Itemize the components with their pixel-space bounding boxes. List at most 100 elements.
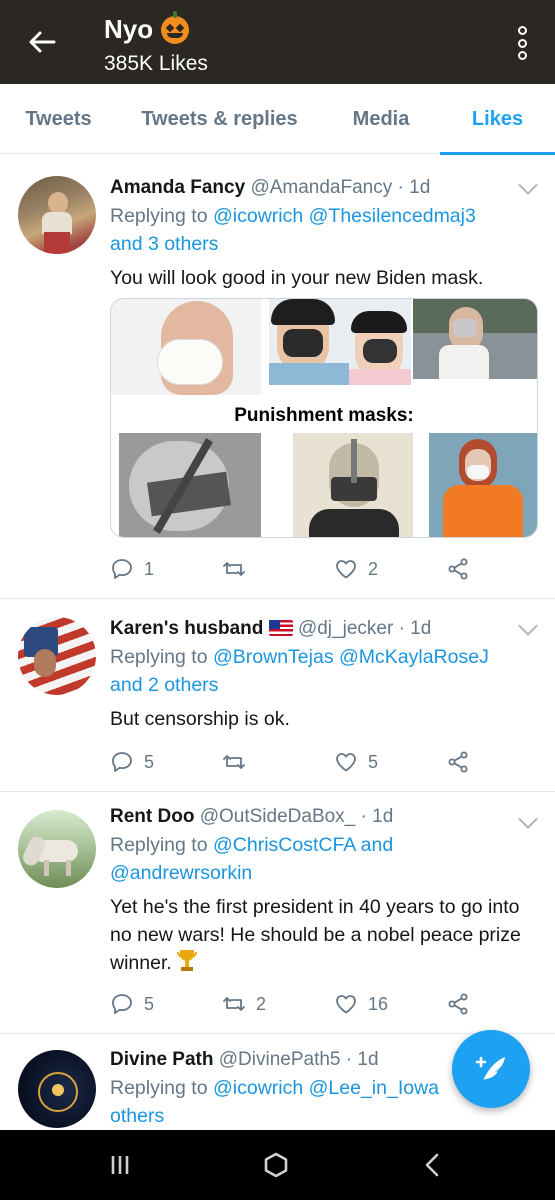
- reply-prefix: Replying to: [110, 834, 208, 856]
- tweet-media-image[interactable]: Punishment masks:: [110, 298, 538, 538]
- share-button[interactable]: [446, 554, 470, 584]
- share-button[interactable]: [446, 747, 470, 777]
- author-name[interactable]: Amanda Fancy: [110, 177, 245, 198]
- nav-back-icon[interactable]: [418, 1152, 446, 1178]
- retweet-button[interactable]: 2: [222, 989, 266, 1019]
- tweet-text: But censorship is ok.: [110, 708, 290, 730]
- compose-tweet-icon: [475, 1056, 505, 1081]
- tweet-card[interactable]: Rent Doo @OutSideDaBox_ · 1d Replying to…: [0, 792, 555, 1034]
- tweet-meta: Karen's husband @dj_jecker · 1d: [110, 615, 539, 643]
- avatar[interactable]: [18, 810, 96, 888]
- tweet-meta: Amanda Fancy @AmandaFancy · 1d: [110, 174, 539, 202]
- author-handle[interactable]: @AmandaFancy: [250, 177, 392, 198]
- retweet-count: 2: [256, 993, 267, 1014]
- home-icon[interactable]: [260, 1152, 292, 1178]
- reply-mentions[interactable]: @BrownTejas @McKaylaRoseJ: [213, 646, 489, 668]
- compose-tweet-button[interactable]: [452, 1030, 530, 1108]
- retweet-icon: [223, 755, 245, 769]
- retweet-icon: [223, 562, 245, 576]
- punishment-photo-2: [293, 433, 413, 537]
- reply-others-link[interactable]: others: [110, 1105, 164, 1127]
- tab-likes[interactable]: Likes: [440, 84, 555, 155]
- punishment-photo-1: [119, 433, 261, 537]
- retweet-button[interactable]: [222, 554, 256, 584]
- avatar[interactable]: [18, 1050, 96, 1128]
- recents-icon[interactable]: [106, 1152, 134, 1178]
- author-name[interactable]: Divine Path: [110, 1049, 213, 1070]
- more-vertical-icon[interactable]: [515, 26, 529, 60]
- like-count: 5: [368, 751, 379, 772]
- profile-name: Nyo: [104, 14, 154, 44]
- reply-context: Replying to @BrownTejas @McKaylaRoseJ an…: [110, 643, 539, 699]
- tweet-time: · 1d: [398, 618, 432, 639]
- reply-button[interactable]: 5: [110, 989, 154, 1019]
- reply-context: Replying to @ChrisCostCFA and @andrewrso…: [110, 831, 539, 887]
- author-handle[interactable]: @dj_jecker: [298, 618, 393, 639]
- reply-prefix: Replying to: [110, 1077, 208, 1099]
- profile-tabs: Tweets Tweets & replies Media Likes: [0, 84, 555, 155]
- share-button[interactable]: [446, 989, 470, 1019]
- reply-mentions[interactable]: @icowrich @Thesilencedmaj3: [213, 205, 476, 227]
- mask-photo-1: [111, 299, 261, 395]
- heart-icon: [336, 995, 356, 1014]
- share-icon: [448, 751, 468, 773]
- like-button[interactable]: 16: [334, 989, 388, 1019]
- tab-tweets-replies[interactable]: Tweets & replies: [117, 84, 322, 154]
- reply-button[interactable]: 5: [110, 747, 154, 777]
- tweet-card[interactable]: Karen's husband @dj_jecker · 1d Replying…: [0, 599, 555, 792]
- trophy-icon: [177, 950, 198, 972]
- author-handle[interactable]: @DivinePath5: [219, 1049, 341, 1070]
- reply-icon: [112, 559, 132, 579]
- mask-photo-3: [413, 299, 537, 379]
- author-handle[interactable]: @OutSideDaBox_: [200, 806, 356, 827]
- reply-others-link[interactable]: and 2 others: [110, 674, 218, 696]
- likes-count: 385K Likes: [104, 52, 208, 75]
- us-flag-icon: [268, 620, 293, 636]
- retweet-button[interactable]: [222, 747, 256, 777]
- profile-header: Nyo 385K Likes: [0, 0, 555, 84]
- tweet-actions: 5 2 16: [110, 989, 555, 1019]
- reply-count: 5: [144, 993, 155, 1014]
- reply-mention-2[interactable]: @andrewrsorkin: [110, 862, 252, 884]
- tweet-actions: 1 2: [110, 554, 555, 584]
- like-button[interactable]: 2: [334, 554, 378, 584]
- reply-prefix: Replying to: [110, 646, 208, 668]
- back-button[interactable]: [24, 24, 60, 60]
- author-name[interactable]: Rent Doo: [110, 806, 194, 827]
- avatar[interactable]: [18, 617, 96, 695]
- system-navigation-bar: [0, 1130, 555, 1200]
- share-icon: [448, 558, 468, 580]
- jack-o-lantern-icon: [161, 10, 190, 44]
- reply-icon: [112, 994, 132, 1014]
- retweet-icon: [223, 997, 245, 1011]
- like-button[interactable]: 5: [334, 747, 378, 777]
- tweet-meta: Rent Doo @OutSideDaBox_ · 1d: [110, 803, 539, 831]
- tab-media[interactable]: Media: [322, 84, 440, 154]
- reply-mentions[interactable]: @icowrich @Lee_in_Iowa: [213, 1077, 439, 1099]
- reply-count: 5: [144, 751, 155, 772]
- tweet-content: Rent Doo @OutSideDaBox_ · 1d Replying to…: [110, 803, 539, 977]
- arrow-left-icon: [29, 31, 56, 53]
- reply-button[interactable]: 1: [110, 554, 154, 584]
- tweet-actions: 5 5: [110, 747, 555, 777]
- tweet-text-body: Yet he's the first president in 40 years…: [110, 896, 521, 974]
- tweet-time: · 1d: [360, 806, 394, 827]
- tweet-text: You will look good in your new Biden mas…: [110, 267, 484, 289]
- punishment-photo-3: [429, 433, 537, 537]
- mask-photo-2: [269, 299, 411, 385]
- like-count: 2: [368, 558, 379, 579]
- reply-others-link[interactable]: and 3 others: [110, 233, 218, 255]
- avatar[interactable]: [18, 176, 96, 254]
- author-name[interactable]: Karen's husband: [110, 618, 263, 639]
- tweet-time: · 1d: [345, 1049, 379, 1070]
- tab-tweets[interactable]: Tweets: [0, 84, 117, 154]
- tweet-text: Yet he's the first president in 40 years…: [110, 893, 539, 977]
- heart-icon: [336, 753, 356, 772]
- reply-count: 1: [144, 558, 155, 579]
- reply-mentions[interactable]: @ChrisCostCFA and: [213, 834, 393, 856]
- reply-context: Replying to @icowrich @Thesilencedmaj3 a…: [110, 202, 539, 258]
- profile-title: Nyo: [104, 10, 190, 45]
- tweet-content: Amanda Fancy @AmandaFancy · 1d Replying …: [110, 174, 539, 292]
- reply-icon: [112, 752, 132, 772]
- tweet-card[interactable]: Amanda Fancy @AmandaFancy · 1d Replying …: [0, 158, 555, 599]
